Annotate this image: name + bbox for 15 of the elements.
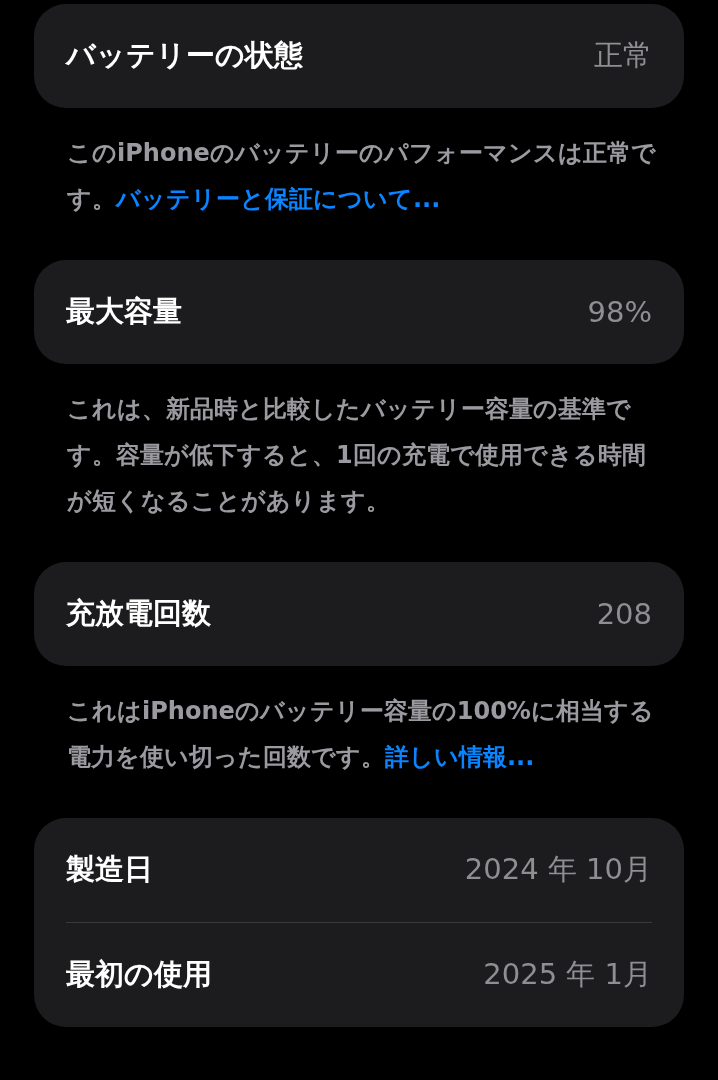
row-value: 2024 年 10月 bbox=[464, 851, 652, 888]
info-link[interactable]: 詳しい情報... bbox=[385, 743, 535, 771]
row-label: 充放電回数 bbox=[66, 595, 211, 632]
row-label: 製造日 bbox=[66, 851, 153, 888]
row-value: 98% bbox=[587, 295, 652, 329]
row-label: 最大容量 bbox=[66, 293, 182, 330]
row-label: 最初の使用 bbox=[66, 956, 212, 993]
description-text: これは、新品時と比較したバッテリー容量の基準です。容量が低下すると、1回の充電で使用できる時間が短くなることがあります。 bbox=[66, 394, 647, 517]
row-label: バッテリーの状態 bbox=[66, 37, 303, 74]
info-link[interactable]: バッテリーと保証について... bbox=[116, 185, 441, 213]
description-text: これはiPhoneのバッテリー容量の100%に相当する電力を使い切った回数です。詳しい情報... bbox=[66, 696, 655, 773]
row-value: 正常 bbox=[594, 37, 652, 74]
row-value: 2025 年 1月 bbox=[483, 956, 652, 993]
row-value: 208 bbox=[596, 597, 652, 631]
description-text: このiPhoneのバッテリーのパフォーマンスは正常です。バッテリーと保証について... bbox=[66, 138, 657, 215]
